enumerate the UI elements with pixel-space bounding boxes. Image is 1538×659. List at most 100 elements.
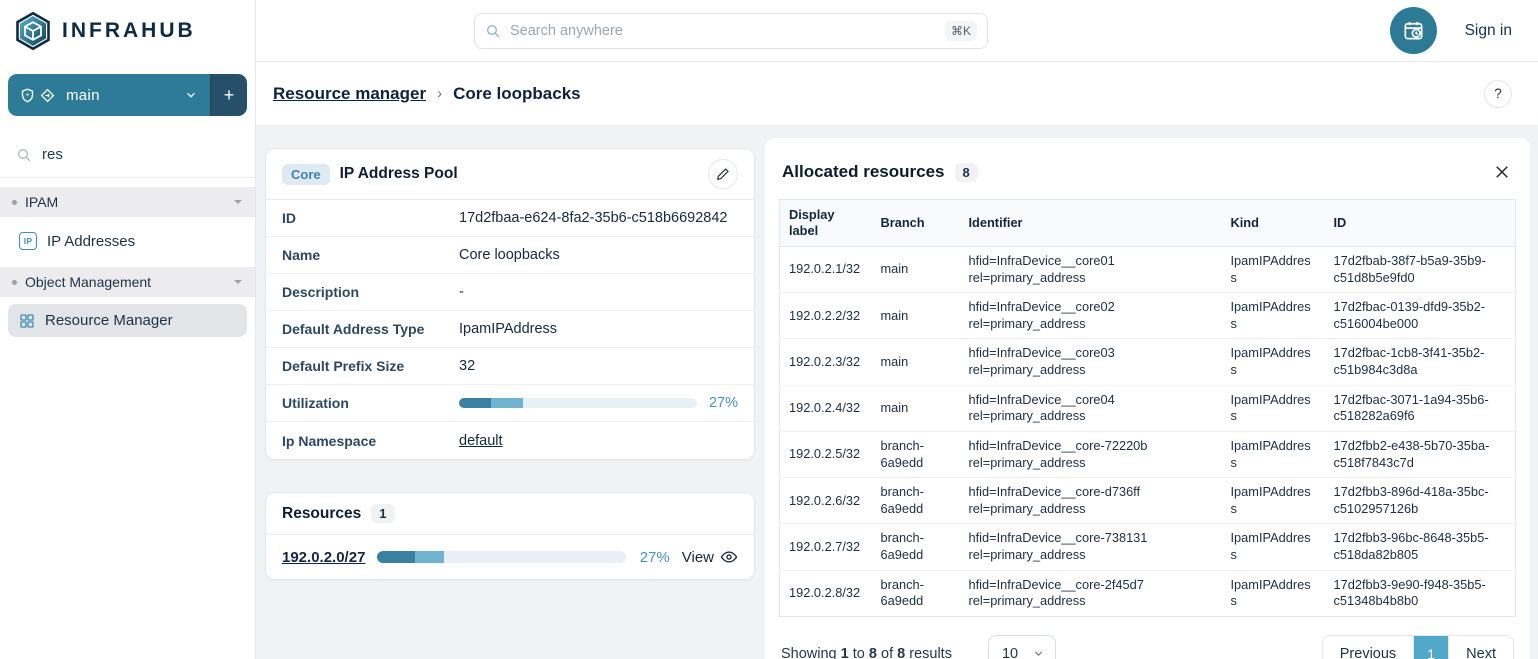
app-root: INFRAHUB main + [0, 0, 1538, 659]
cell-kind: IpamIPAddress [1222, 478, 1325, 524]
previous-page-button[interactable]: Previous [1323, 636, 1414, 659]
cell-branch: branch-6a9edd [872, 431, 960, 477]
view-label: View [682, 549, 714, 566]
ip-badge-icon: IP [19, 232, 37, 250]
page-title: Core loopbacks [453, 84, 581, 104]
sidebar-group-label: IPAM [25, 194, 58, 210]
cell-branch: main [872, 293, 960, 339]
next-page-button[interactable]: Next [1448, 636, 1513, 659]
cell-branch: branch-6a9edd [872, 478, 960, 524]
table-row: 192.0.2.1/32 main hfid=InfraDevice__core… [780, 246, 1516, 292]
sidebar-filter-input[interactable] [42, 146, 241, 163]
collapse-triangle-icon [233, 277, 243, 287]
column-header-display-label: Display label [780, 200, 872, 247]
field-label: Description [282, 284, 459, 300]
cell-identifier: hfid=InfraDevice__core-738131rel=primary… [960, 524, 1222, 570]
cell-id: 17d2fbb2-e438-5b70-35ba-c518f7843c7d [1325, 431, 1516, 477]
cell-branch: main [872, 246, 960, 292]
ip-namespace-link[interactable]: default [459, 433, 503, 449]
cell-id: 17d2fbac-0139-dfd9-35b2-c516004be000 [1325, 293, 1516, 339]
logo[interactable]: INFRAHUB [0, 0, 255, 62]
cell-display-label: 192.0.2.8/32 [780, 570, 872, 616]
field-value: Core loopbacks [459, 247, 738, 263]
breadcrumb: Resource manager › Core loopbacks ? [256, 62, 1538, 125]
resources-count-badge: 1 [371, 504, 394, 523]
search-icon [485, 23, 501, 39]
table-row: 192.0.2.6/32 branch-6a9edd hfid=InfraDev… [780, 478, 1516, 524]
bullet-icon [12, 280, 17, 285]
column-header-kind: Kind [1222, 200, 1325, 247]
close-icon [1493, 163, 1511, 181]
eye-icon [720, 548, 738, 566]
cell-display-label: 192.0.2.7/32 [780, 524, 872, 570]
sign-in-link[interactable]: Sign in [1465, 22, 1512, 40]
allocated-title: Allocated resources [782, 162, 945, 182]
cell-id: 17d2fbac-3071-1a94-35b6-c518282a69f6 [1325, 385, 1516, 431]
collapse-triangle-icon [233, 197, 243, 207]
grid-icon [19, 313, 35, 329]
sidebar-filter [0, 132, 255, 178]
page-size-select[interactable]: 10 [988, 635, 1056, 659]
utilization-progress-bar [459, 398, 697, 408]
branch-name: main [66, 87, 100, 104]
field-value: - [459, 284, 738, 300]
cell-id: 17d2fbab-38f7-b5a9-35b9-c51d8b5e9fd0 [1325, 246, 1516, 292]
sidebar-item-label: IP Addresses [47, 233, 135, 250]
logo-wordmark: INFRAHUB [62, 19, 196, 43]
field-row-ip-namespace: Ip Namespace default [266, 422, 754, 459]
cell-id: 17d2fbb3-896d-418a-35bc-c5102957126b [1325, 478, 1516, 524]
add-branch-button[interactable]: + [210, 74, 247, 116]
kind-badge: Core [282, 164, 330, 185]
cell-display-label: 192.0.2.3/32 [780, 339, 872, 385]
resource-progress-bar [377, 551, 625, 563]
schedule-button[interactable] [1390, 7, 1437, 54]
close-button[interactable] [1491, 161, 1513, 183]
sidebar-group-object-management[interactable]: Object Management [0, 267, 255, 297]
view-button[interactable]: View [682, 548, 738, 566]
field-row-default-prefix-size: Default Prefix Size 32 [266, 348, 754, 385]
resource-percent: 27% [640, 549, 670, 566]
table-row: 192.0.2.3/32 main hfid=InfraDevice__core… [780, 339, 1516, 385]
table-row: 192.0.2.2/32 main hfid=InfraDevice__core… [780, 293, 1516, 339]
edit-button[interactable] [708, 159, 738, 189]
main-area: ⌘K Sign in Resource manager [256, 0, 1538, 659]
table-row: 192.0.2.8/32 branch-6a9edd hfid=InfraDev… [780, 570, 1516, 616]
global-search-input[interactable] [510, 23, 936, 39]
cell-identifier: hfid=InfraDevice__core01rel=primary_addr… [960, 246, 1222, 292]
field-row-default-address-type: Default Address Type IpamIPAddress [266, 311, 754, 348]
results-summary: Showing 1 to 8 of 8 results [781, 646, 952, 659]
cell-identifier: hfid=InfraDevice__core04rel=primary_addr… [960, 385, 1222, 431]
cell-identifier: hfid=InfraDevice__core-72220brel=primary… [960, 431, 1222, 477]
cell-identifier: hfid=InfraDevice__core-2f45d7rel=primary… [960, 570, 1222, 616]
resources-card: Resources 1 192.0.2.0/27 27% View [265, 492, 755, 580]
resource-prefix-link[interactable]: 192.0.2.0/27 [282, 549, 365, 566]
field-row-utilization: Utilization 27% [266, 385, 754, 422]
branch-selector[interactable]: main [8, 74, 210, 116]
field-label: Default Prefix Size [282, 358, 459, 374]
sidebar-group-ipam[interactable]: IPAM [0, 187, 255, 217]
content: Core IP Address Pool ID 17d2fbaa-e624-8f… [256, 125, 1538, 659]
sidebar-item-resource-manager[interactable]: Resource Manager [8, 304, 247, 337]
cell-kind: IpamIPAddress [1222, 524, 1325, 570]
sidebar-item-ip-addresses[interactable]: IP IP Addresses [8, 224, 247, 258]
table-row: 192.0.2.5/32 branch-6a9edd hfid=InfraDev… [780, 431, 1516, 477]
cell-kind: IpamIPAddress [1222, 570, 1325, 616]
field-value: IpamIPAddress [459, 321, 738, 337]
cell-kind: IpamIPAddress [1222, 293, 1325, 339]
field-row-name: Name Core loopbacks [266, 237, 754, 274]
search-icon [16, 147, 32, 163]
help-button[interactable]: ? [1484, 80, 1512, 108]
cell-kind: IpamIPAddress [1222, 385, 1325, 431]
page-number-button[interactable]: 1 [1414, 636, 1448, 659]
cell-id: 17d2fbb3-9e90-f948-35b5-c51348b4b8b0 [1325, 570, 1516, 616]
cell-kind: IpamIPAddress [1222, 339, 1325, 385]
global-search[interactable]: ⌘K [474, 13, 988, 49]
field-label: Utilization [282, 395, 459, 411]
cell-identifier: hfid=InfraDevice__core-d736ffrel=primary… [960, 478, 1222, 524]
topbar: ⌘K Sign in [256, 0, 1538, 62]
allocated-resources-panel: Allocated resources 8 Display label Bran… [765, 138, 1530, 659]
breadcrumb-parent-link[interactable]: Resource manager [273, 84, 426, 104]
shield-icon [20, 88, 35, 103]
pagination: Previous 1 Next [1322, 635, 1514, 659]
bullet-icon [12, 200, 17, 205]
